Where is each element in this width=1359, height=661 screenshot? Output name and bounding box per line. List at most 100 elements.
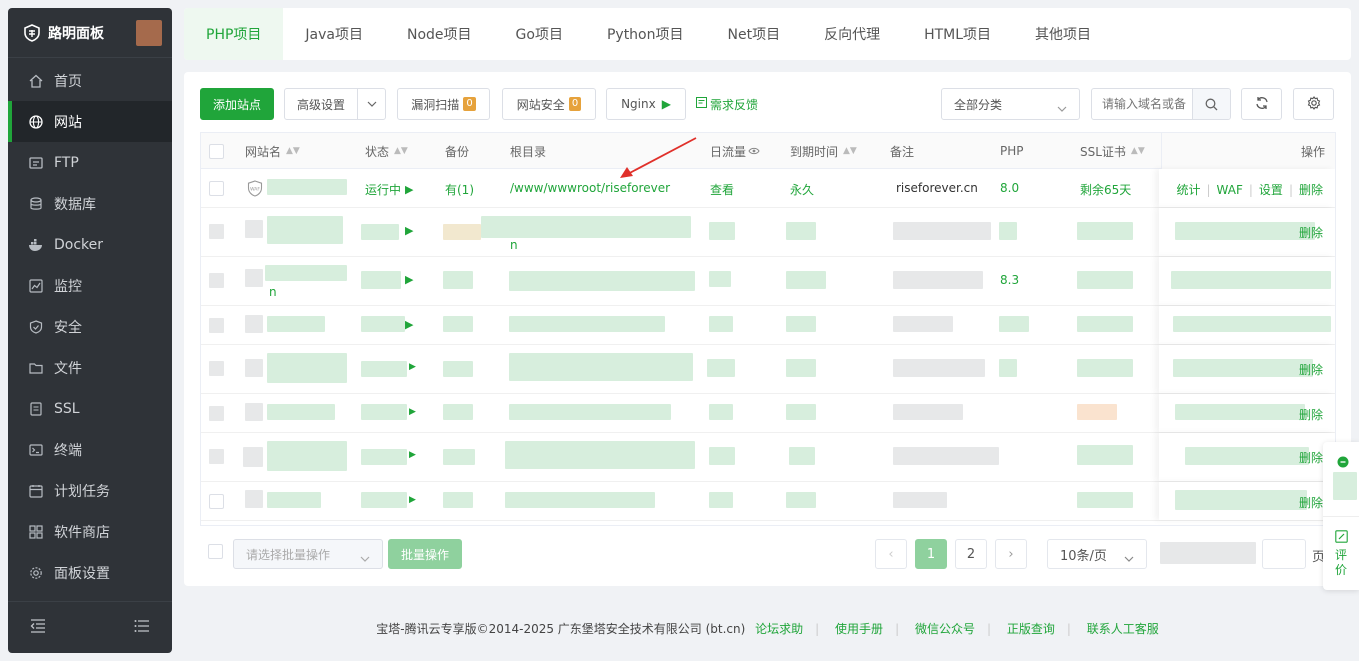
category-value: 全部分类 [954, 97, 1003, 112]
status-running[interactable]: 运行中 ▶ [365, 181, 413, 198]
col-ssl[interactable]: SSL证书 ▲▼ [1080, 133, 1145, 169]
tab-go[interactable]: Go项目 [494, 8, 585, 60]
col-name[interactable]: 网站名 ▲▼ [245, 133, 300, 169]
footer-link-support[interactable]: 联系人工客服 [1087, 622, 1159, 636]
row-checkbox[interactable] [209, 494, 224, 509]
next-page-button[interactable]: › [995, 539, 1027, 569]
delete-link[interactable]: 删除 [1299, 406, 1323, 423]
redacted-ssl [1077, 271, 1133, 289]
select-all-checkbox[interactable] [209, 133, 224, 169]
batch-select-all-checkbox[interactable] [208, 544, 223, 559]
tab-python[interactable]: Python项目 [585, 8, 706, 60]
redacted-icon [245, 490, 263, 508]
batch-operation-select[interactable]: 请选择批量操作 [233, 539, 383, 569]
play-icon: ▶ [409, 362, 416, 372]
delete-link[interactable]: 删除 [1299, 181, 1323, 198]
delete-link[interactable]: 删除 [1299, 361, 1323, 378]
col-expire[interactable]: 到期时间 ▲▼ [790, 133, 857, 169]
redacted-remark [893, 404, 963, 420]
edit-icon[interactable] [1335, 530, 1348, 547]
sidebar-item-label: Docker [54, 236, 104, 253]
redacted-expire [786, 222, 816, 240]
tab-other[interactable]: 其他项目 [1013, 8, 1113, 60]
delete-link[interactable]: 删除 [1299, 449, 1323, 466]
redacted-ssl [1077, 404, 1117, 420]
redacted-actions [1173, 359, 1313, 377]
page-size-select[interactable]: 10条/页 [1047, 539, 1147, 569]
tab-php[interactable]: PHP项目 [184, 8, 284, 60]
sidebar-item-database[interactable]: 数据库 [8, 183, 172, 224]
waf-link[interactable]: WAF [1217, 183, 1243, 197]
sidebar-item-website[interactable]: 网站 [8, 101, 172, 142]
batch-operation-button[interactable]: 批量操作 [388, 539, 462, 569]
prev-page-button[interactable]: ‹ [875, 539, 907, 569]
review-label[interactable]: 评价 [1334, 548, 1348, 578]
sidebar-item-settings[interactable]: 面板设置 [8, 552, 172, 593]
footer-link-forum[interactable]: 论坛求助 [755, 622, 803, 636]
redacted-backup [443, 271, 473, 289]
php-version[interactable]: 8.3 [1000, 273, 1019, 287]
tab-net[interactable]: Net项目 [706, 8, 803, 60]
sidebar-item-ftp[interactable]: FTP [8, 142, 172, 183]
search-input[interactable] [1092, 89, 1192, 119]
settings-link[interactable]: 设置 [1259, 181, 1283, 198]
feedback-link[interactable]: 需求反馈 [696, 88, 758, 120]
eye-icon[interactable] [748, 144, 760, 158]
redacted-site-name [267, 216, 343, 244]
sidebar-item-label: 监控 [54, 278, 82, 295]
nginx-button[interactable]: Nginx ▶ [606, 88, 686, 120]
sidebar-item-security[interactable]: 安全 [8, 306, 172, 347]
sidebar-item-label: 软件商店 [54, 524, 110, 541]
search-icon[interactable] [1192, 89, 1230, 119]
footer-link-wechat[interactable]: 微信公众号 [915, 622, 975, 636]
sidebar-item-cron[interactable]: 计划任务 [8, 470, 172, 511]
refresh-button[interactable] [1241, 88, 1282, 120]
sidebar-item-docker[interactable]: Docker [8, 224, 172, 265]
jump-page-input[interactable] [1262, 539, 1306, 569]
site-security-button[interactable]: 网站安全 0 [502, 88, 596, 120]
tab-node[interactable]: Node项目 [385, 8, 494, 60]
chat-icon[interactable] [1337, 456, 1349, 472]
add-site-button[interactable]: 添加站点 [200, 88, 274, 120]
redacted-checkbox [209, 318, 224, 333]
page-2-button[interactable]: 2 [955, 539, 987, 569]
category-select[interactable]: 全部分类 [941, 88, 1080, 120]
redacted-backup [443, 404, 473, 420]
sidebar-item-home[interactable]: 首页 [8, 60, 172, 101]
expire-value[interactable]: 永久 [790, 181, 814, 198]
footer-link-license[interactable]: 正版查询 [1007, 622, 1055, 636]
tab-reverse-proxy[interactable]: 反向代理 [802, 8, 902, 60]
advanced-settings-dropdown[interactable]: 高级设置 [284, 88, 386, 120]
traffic-view-link[interactable]: 查看 [710, 181, 734, 198]
sidebar-item-store[interactable]: 软件商店 [8, 511, 172, 552]
backup-link[interactable]: 有(1) [445, 181, 474, 198]
footer-link-manual[interactable]: 使用手册 [835, 622, 883, 636]
collapse-icon[interactable] [30, 618, 46, 637]
root-path-tail[interactable]: n [510, 238, 518, 252]
delete-link[interactable]: 删除 [1299, 224, 1323, 241]
page-1-button[interactable]: 1 [915, 539, 947, 569]
redacted-site-name [267, 353, 347, 383]
tab-html[interactable]: HTML项目 [902, 8, 1013, 60]
vuln-scan-button[interactable]: 漏洞扫描 0 [397, 88, 490, 120]
redacted-checkbox [209, 273, 224, 288]
row-actions: 删除 [1159, 345, 1335, 393]
sidebar-item-ssl[interactable]: SSL [8, 388, 172, 429]
stats-link[interactable]: 统计 [1176, 181, 1200, 198]
row-checkbox[interactable] [209, 181, 224, 196]
ssl-status[interactable]: 剩余65天 [1080, 181, 1131, 198]
php-version[interactable]: 8.0 [1000, 181, 1019, 195]
delete-link[interactable]: 删除 [1299, 494, 1323, 511]
tab-java[interactable]: Java项目 [283, 8, 385, 60]
remark-value[interactable]: riseforever.cn [896, 181, 978, 195]
table-settings-button[interactable] [1293, 88, 1334, 120]
redacted-ssl [1077, 492, 1133, 508]
menu-list-icon[interactable] [134, 618, 150, 637]
sidebar-item-monitor[interactable]: 监控 [8, 265, 172, 306]
col-status[interactable]: 状态 ▲▼ [365, 133, 408, 169]
avatar[interactable] [136, 19, 162, 46]
site-name-tail[interactable]: n [269, 285, 277, 299]
play-icon: ▶ [409, 450, 416, 460]
sidebar-item-terminal[interactable]: 终端 [8, 429, 172, 470]
sidebar-item-files[interactable]: 文件 [8, 347, 172, 388]
